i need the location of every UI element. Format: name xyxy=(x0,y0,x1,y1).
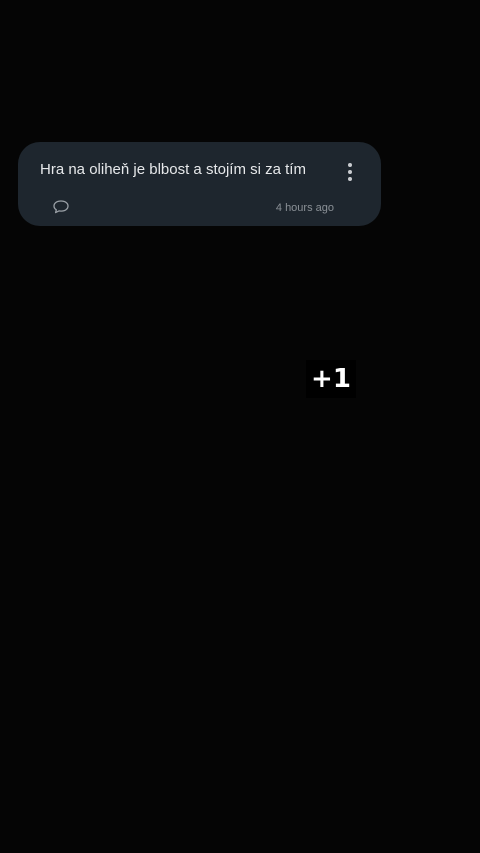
vote-badge: +1 xyxy=(306,360,356,398)
comment-button[interactable] xyxy=(52,199,70,215)
post-text: Hra na oliheň je blbost a stojím si za t… xyxy=(40,161,306,178)
comment-bubble-icon xyxy=(53,200,69,214)
post-timestamp: 4 hours ago xyxy=(275,202,334,214)
more-vertical-icon xyxy=(348,163,352,181)
post-card[interactable]: Hra na oliheň je blbost a stojím si za t… xyxy=(18,142,381,226)
screen: Hra na oliheň je blbost a stojím si za t… xyxy=(0,0,480,853)
more-options-button[interactable] xyxy=(338,160,362,184)
